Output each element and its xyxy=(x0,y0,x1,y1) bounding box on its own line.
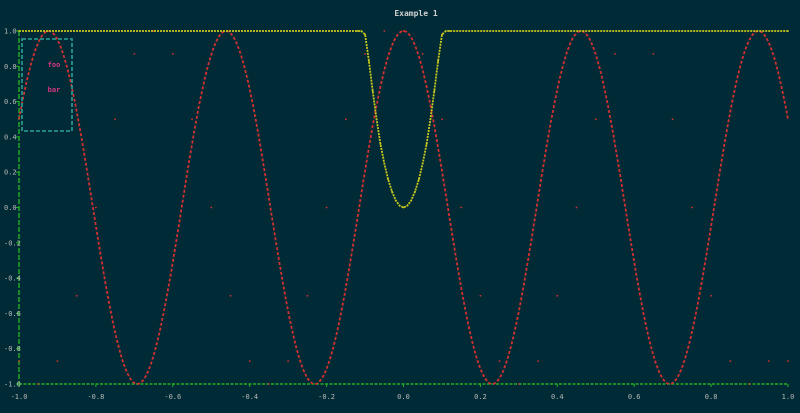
x-tick-label: -0.4 xyxy=(241,393,258,401)
y-tick-label: 0.8 xyxy=(4,63,17,71)
data-point-foo xyxy=(479,294,482,297)
data-point-bar xyxy=(414,190,416,193)
x-tick-label: 0.0 xyxy=(397,393,410,401)
data-point-foo xyxy=(133,53,136,55)
x-tick-label: 0.2 xyxy=(474,393,487,401)
data-point-foo xyxy=(95,206,97,209)
y-tick-label: 0.6 xyxy=(4,98,17,106)
data-point-bar xyxy=(364,33,366,36)
data-point-foo xyxy=(383,30,386,32)
y-tick-label: -0.8 xyxy=(4,345,21,353)
data-point-foo xyxy=(18,360,20,362)
data-point-foo xyxy=(691,206,693,209)
y-tick-label: -1.0 xyxy=(4,381,21,389)
data-point-foo xyxy=(421,53,424,55)
data-point-foo xyxy=(191,118,193,121)
data-point-foo xyxy=(710,294,712,297)
data-point-bar xyxy=(787,30,789,32)
data-point-bar xyxy=(356,30,359,32)
data-point-foo xyxy=(402,30,405,32)
data-point-bar xyxy=(433,90,436,92)
data-point-bar xyxy=(391,190,393,193)
data-point-foo xyxy=(652,53,655,55)
legend-frame xyxy=(21,38,73,132)
data-point-foo xyxy=(287,360,289,362)
data-point-bar xyxy=(375,118,378,121)
data-point-foo xyxy=(344,118,347,121)
data-point-foo xyxy=(729,360,732,362)
y-axis: -1.0 -0.8 -0.6 -0.4 -0.2 0.0 0.2 0.4 0.6 0.8 1.0 xyxy=(4,28,21,389)
data-point-foo xyxy=(498,360,501,362)
x-tick-label: 0.8 xyxy=(705,393,718,401)
data-point-foo xyxy=(37,383,40,385)
x-tick-label: -0.2 xyxy=(318,393,335,401)
data-point-foo xyxy=(306,294,309,297)
legend: foo bar xyxy=(21,38,73,132)
data-point-bar xyxy=(402,206,405,209)
y-tick-label: 1.0 xyxy=(4,28,17,36)
data-point-foo xyxy=(248,360,251,362)
data-point-bar xyxy=(437,60,439,62)
chart-window: Example 1 -1.0 -0.8 -0.6 -0.4 -0.2 0.0 0.2 0.4 0… xyxy=(0,0,800,413)
data-point-foo xyxy=(441,118,443,121)
data-point-foo xyxy=(518,383,520,385)
data-point-foo xyxy=(460,206,463,209)
data-point-foo xyxy=(56,360,59,362)
data-point-bar xyxy=(379,143,382,145)
data-point-bar xyxy=(448,30,451,32)
data-point-bar xyxy=(418,178,420,181)
data-point-foo xyxy=(229,294,232,297)
y-tick-label: -0.6 xyxy=(4,310,21,318)
data-point-foo xyxy=(614,53,616,55)
y-tick-label: -0.4 xyxy=(4,275,21,283)
data-point-foo xyxy=(575,206,578,209)
data-point-foo xyxy=(556,294,559,297)
x-tick-label: 0.4 xyxy=(551,393,564,401)
data-point-bar xyxy=(421,162,424,165)
data-point-bar xyxy=(18,30,20,32)
chart-title: Example 1 xyxy=(394,9,438,18)
data-point-foo xyxy=(787,360,789,362)
data-point-bar xyxy=(444,30,447,32)
data-point-foo xyxy=(767,360,770,362)
data-point-bar xyxy=(398,204,401,207)
data-point-foo xyxy=(171,53,174,55)
y-tick-label: 0.2 xyxy=(4,169,17,177)
data-point-bar xyxy=(425,143,428,145)
data-point-bar xyxy=(429,118,432,121)
x-tick-label: 1.0 xyxy=(782,393,795,401)
data-point-bar xyxy=(371,90,374,92)
data-point-foo xyxy=(210,206,213,209)
data-point-bar xyxy=(394,199,397,202)
data-point-bar xyxy=(387,178,389,181)
x-tick-label: -0.6 xyxy=(164,393,181,401)
x-tick-label: -1.0 xyxy=(11,393,28,401)
x-axis: -1.0 -0.8 -0.6 -0.4 -0.2 0.0 0.2 0.4 0.6 0.8 1.0 xyxy=(11,383,795,401)
data-point-bar xyxy=(360,30,363,32)
x-tick-label: 0.6 xyxy=(628,393,641,401)
y-tick-label: 0.4 xyxy=(4,133,17,141)
data-point-foo xyxy=(325,206,328,209)
data-point-bar xyxy=(441,33,443,36)
legend-label-foo: foo xyxy=(48,61,61,69)
data-point-bar xyxy=(406,204,409,207)
plot-area: Example 1 -1.0 -0.8 -0.6 -0.4 -0.2 0.0 0.2 0.4 0… xyxy=(4,9,795,401)
data-point-bar xyxy=(368,60,370,62)
data-point-foo xyxy=(594,118,597,121)
data-point-foo xyxy=(114,118,116,121)
y-tick-label: 0.0 xyxy=(4,204,17,212)
data-point-foo xyxy=(268,383,270,385)
series-layer xyxy=(18,30,789,385)
x-tick-label: -0.8 xyxy=(87,393,104,401)
y-tick-label: -0.2 xyxy=(4,239,21,247)
data-point-foo xyxy=(537,360,539,362)
legend-label-bar: bar xyxy=(48,86,61,94)
data-point-foo xyxy=(75,294,78,297)
data-point-foo xyxy=(364,53,366,55)
data-point-foo xyxy=(748,383,751,385)
data-point-bar xyxy=(410,199,413,202)
data-point-bar xyxy=(383,162,386,165)
data-point-foo xyxy=(671,118,674,121)
